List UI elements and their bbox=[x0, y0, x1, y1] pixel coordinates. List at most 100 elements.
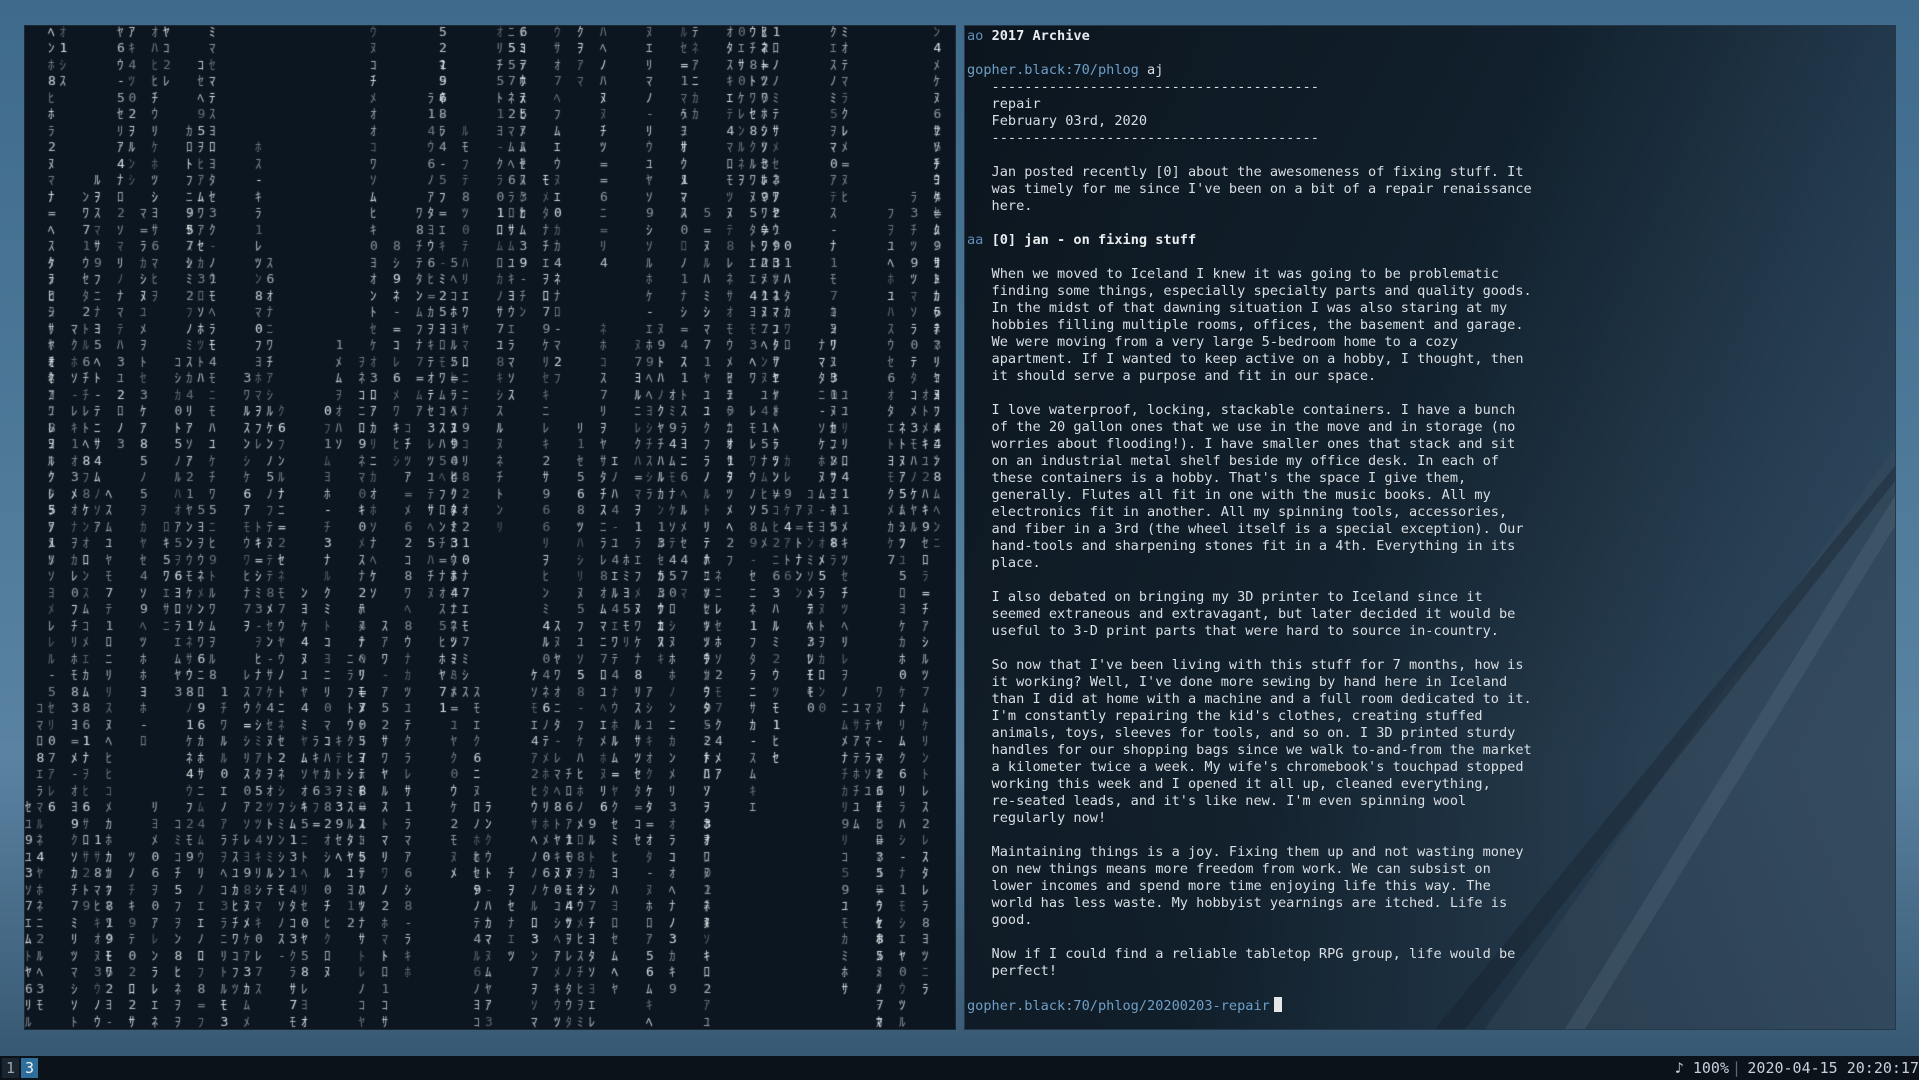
gopher-link[interactable]: gopher.black:70/phlog bbox=[967, 62, 1139, 78]
gopher-line-text: it working? Well, I've done more sewing … bbox=[967, 674, 1508, 690]
gopher-line-text: I'm constantly repairing the kid's cloth… bbox=[967, 708, 1483, 724]
gopher-line-text: In the midst of that dawning situation I… bbox=[967, 300, 1508, 316]
gopher-line: on new things means more freedom from wo… bbox=[967, 861, 1889, 878]
gopher-line: Now if I could find a reliable tabletop … bbox=[967, 946, 1889, 963]
gopher-line: February 03rd, 2020 bbox=[967, 113, 1889, 130]
gopher-line[interactable]: ao 2017 Archive bbox=[967, 28, 1889, 45]
gopher-line: place. bbox=[967, 555, 1889, 572]
gopher-line-text: hand-tools and sharpening stones fit in … bbox=[967, 538, 1516, 554]
gopher-line bbox=[967, 45, 1889, 62]
gopher-line: these containers is a hobby. That's the … bbox=[967, 470, 1889, 487]
gopher-line-text: worries about flooding!). I have smaller… bbox=[967, 436, 1516, 452]
gopher-line-text: and fiber in a 3rd (the wheel itself is … bbox=[967, 521, 1524, 537]
gopher-line-text: here. bbox=[967, 198, 1033, 214]
gopher-line: When we moved to Iceland I knew it was g… bbox=[967, 266, 1889, 283]
gopher-line: animals, toys, sleeves for tools, and so… bbox=[967, 725, 1889, 742]
gopher-line: Maintaining things is a joy. Fixing them… bbox=[967, 844, 1889, 861]
gopher-line-text: place. bbox=[967, 555, 1041, 571]
gopher-line-text: a kilometer twice a week. My wife's chro… bbox=[967, 759, 1524, 775]
gopher-line-text: was timely for me since I've been on a b… bbox=[967, 181, 1532, 197]
gopher-line-text: it should serve a purpose and fit in our… bbox=[967, 368, 1377, 384]
gopher-line: lower incomes and spend more time enjoyi… bbox=[967, 878, 1889, 895]
gopher-line: working this week and I opened it all up… bbox=[967, 776, 1889, 793]
gopher-line: Jan posted recently [0] about the awesom… bbox=[967, 164, 1889, 181]
gopher-line-text: working this week and I opened it all up… bbox=[967, 776, 1491, 792]
gopher-line-text: I love waterproof, locking, stackable co… bbox=[967, 402, 1516, 418]
matrix-rain-display bbox=[25, 26, 955, 1029]
gopher-line-text: aj bbox=[1138, 62, 1164, 78]
clock: 2020-04-15 20:20:17 bbox=[1747, 1059, 1919, 1077]
gopher-line: useful to 3-D print parts that were hard… bbox=[967, 623, 1889, 640]
gopher-line: regularly now! bbox=[967, 810, 1889, 827]
gopher-line-text: I also debated on bringing my 3D printer… bbox=[967, 589, 1483, 605]
gopher-line-text: 2017 Archive bbox=[991, 28, 1090, 44]
gopher-line: a kilometer twice a week. My wife's chro… bbox=[967, 759, 1889, 776]
gopher-line: it should serve a purpose and fit in our… bbox=[967, 368, 1889, 385]
gopher-line: seemed extraneous and extravagant, but l… bbox=[967, 606, 1889, 623]
gopher-terminal-window[interactable]: ao 2017 Archive gopher.black:70/phlog aj … bbox=[964, 25, 1896, 1030]
gopher-line-text: So now that I've been living with this s… bbox=[967, 657, 1524, 673]
gopher-line bbox=[967, 385, 1889, 402]
gopher-line: hand-tools and sharpening stones fit in … bbox=[967, 538, 1889, 555]
gopher-line bbox=[967, 929, 1889, 946]
gopher-line-text: Jan posted recently [0] about the awesom… bbox=[967, 164, 1524, 180]
gopher-line bbox=[967, 147, 1889, 164]
gopher-line-text: When we moved to Iceland I knew it was g… bbox=[967, 266, 1499, 282]
gopher-line: In the midst of that dawning situation I… bbox=[967, 300, 1889, 317]
gopher-line-text: apartment. If I wanted to keep active on… bbox=[967, 351, 1524, 367]
gopher-line: apartment. If I wanted to keep active on… bbox=[967, 351, 1889, 368]
gopher-line: I love waterproof, locking, stackable co… bbox=[967, 402, 1889, 419]
gopher-line: on an industrial metal shelf beside my o… bbox=[967, 453, 1889, 470]
gopher-line-text: Now if I could find a reliable tabletop … bbox=[967, 946, 1516, 962]
gopher-line: finding some things, especially specialt… bbox=[967, 283, 1889, 300]
gopher-line-text: handles for our shopping bags since we w… bbox=[967, 742, 1532, 758]
gopher-line-text: re-seated leads, and it's like new. I'm … bbox=[967, 793, 1467, 809]
command-prompt[interactable]: gopher.black:70/phlog/20200203-repair bbox=[967, 997, 1889, 1014]
gopher-line: We were moving from a very large 5-bedro… bbox=[967, 334, 1889, 351]
volume-indicator[interactable]: ♪ 100% bbox=[1675, 1056, 1729, 1080]
gopher-line-text: Maintaining things is a joy. Fixing them… bbox=[967, 844, 1524, 860]
gopher-line: perfect! bbox=[967, 963, 1889, 980]
prompt-url[interactable]: gopher.black:70/phlog/20200203-repair bbox=[967, 998, 1270, 1014]
gopher-line: I also debated on bringing my 3D printer… bbox=[967, 589, 1889, 606]
gopher-selector[interactable]: aa bbox=[967, 232, 983, 248]
gopher-line-text: [0] jan - on fixing stuff bbox=[991, 232, 1197, 248]
gopher-line-text: regularly now! bbox=[967, 810, 1107, 826]
gopher-line: world has less waste. My hobbyist yearni… bbox=[967, 895, 1889, 912]
gopher-line-text: of the 20 gallon ones that we use in the… bbox=[967, 419, 1516, 435]
gopher-line-text: world has less waste. My hobbyist yearni… bbox=[967, 895, 1508, 911]
gopher-line-text: useful to 3-D print parts that were hard… bbox=[967, 623, 1499, 639]
gopher-line: hobbies filling multiple rooms, offices,… bbox=[967, 317, 1889, 334]
gopher-line bbox=[967, 827, 1889, 844]
gopher-page-content[interactable]: ao 2017 Archive gopher.black:70/phlog aj … bbox=[967, 28, 1889, 1014]
matrix-terminal-window[interactable] bbox=[24, 25, 956, 1030]
gopher-line-text: lower incomes and spend more time enjoyi… bbox=[967, 878, 1491, 894]
gopher-line: worries about flooding!). I have smaller… bbox=[967, 436, 1889, 453]
taskbar: 1 3 ♪ 100% | 2020-04-15 20:20:17 bbox=[0, 1056, 1919, 1080]
gopher-line: handles for our shopping bags since we w… bbox=[967, 742, 1889, 759]
gopher-line bbox=[967, 640, 1889, 657]
workspace-3-button[interactable]: 3 bbox=[21, 1058, 38, 1078]
gopher-line-text: than I did at home with a machine and a … bbox=[967, 691, 1532, 707]
gopher-line: it working? Well, I've done more sewing … bbox=[967, 674, 1889, 691]
gopher-line-text: on new things means more freedom from wo… bbox=[967, 861, 1491, 877]
gopher-line-text: We were moving from a very large 5-bedro… bbox=[967, 334, 1459, 350]
gopher-line-text: hobbies filling multiple rooms, offices,… bbox=[967, 317, 1524, 333]
gopher-line: was timely for me since I've been on a b… bbox=[967, 181, 1889, 198]
gopher-line[interactable]: aa [0] jan - on fixing stuff bbox=[967, 232, 1889, 249]
gopher-line: So now that I've been living with this s… bbox=[967, 657, 1889, 674]
gopher-line-text: electronics fit in another. All my spinn… bbox=[967, 504, 1508, 520]
workspace-1-button[interactable]: 1 bbox=[2, 1058, 19, 1078]
gopher-line: gopher.black:70/phlog aj bbox=[967, 62, 1889, 79]
gopher-line: re-seated leads, and it's like new. I'm … bbox=[967, 793, 1889, 810]
gopher-selector[interactable]: ao bbox=[967, 28, 983, 44]
gopher-line-text: finding some things, especially specialt… bbox=[967, 283, 1532, 299]
gopher-line: ---------------------------------------- bbox=[967, 130, 1889, 147]
gopher-line-text: ---------------------------------------- bbox=[967, 79, 1319, 95]
gopher-line-text: repair bbox=[967, 96, 1041, 112]
gopher-line-text: perfect! bbox=[967, 963, 1058, 979]
gopher-line-text: good. bbox=[967, 912, 1033, 928]
gopher-line bbox=[967, 572, 1889, 589]
gopher-line-text: ---------------------------------------- bbox=[967, 130, 1319, 146]
gopher-line-text: animals, toys, sleeves for tools, and so… bbox=[967, 725, 1516, 741]
